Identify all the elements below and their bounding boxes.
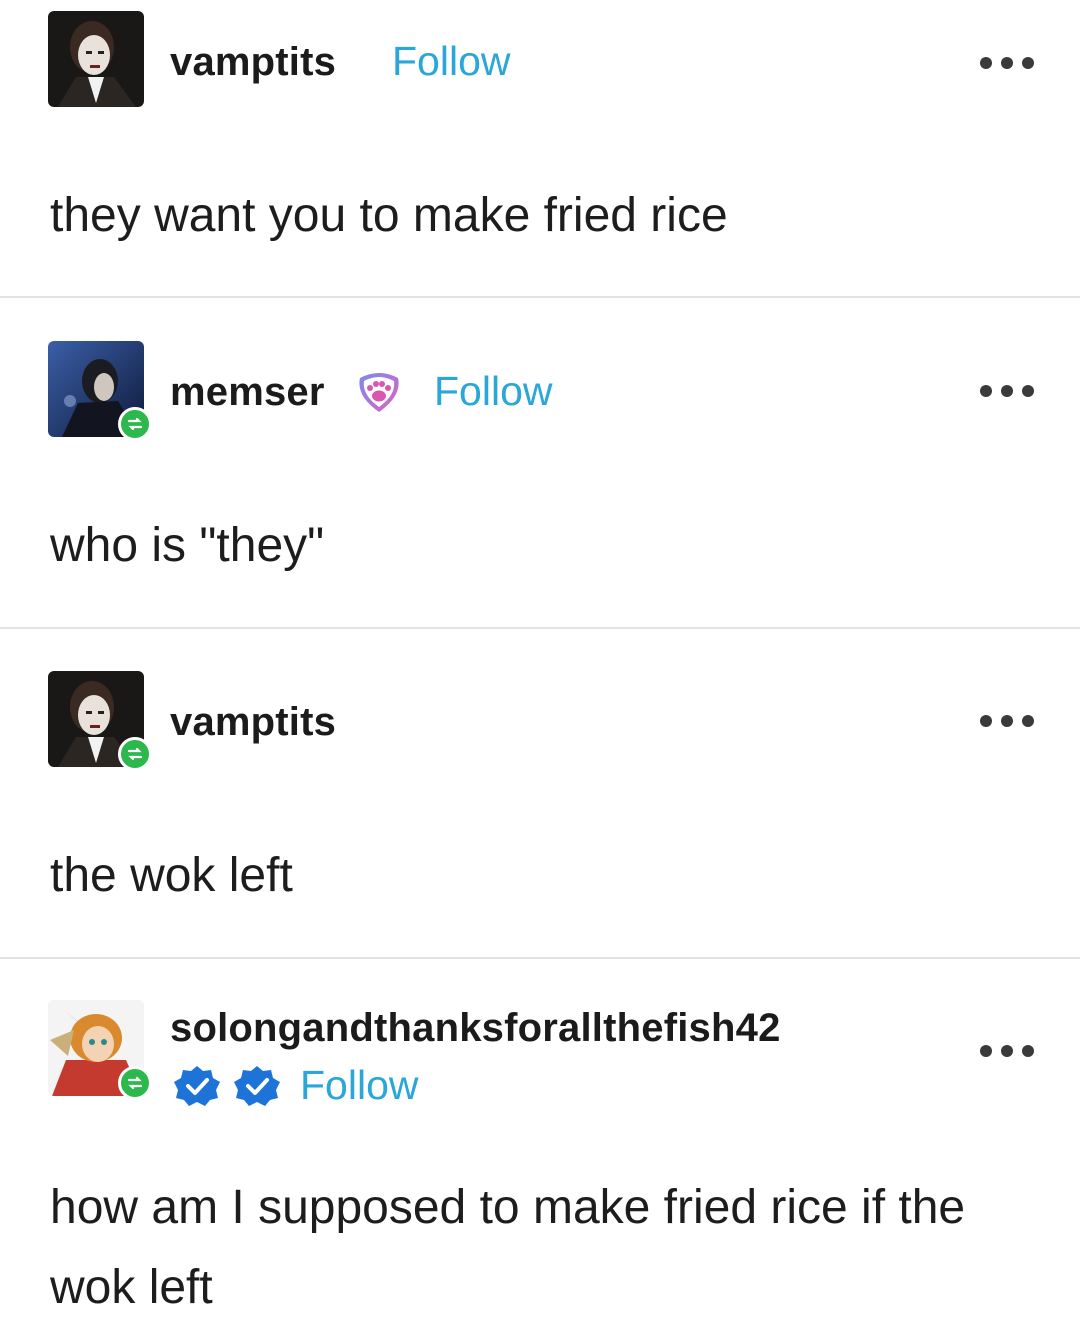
divider bbox=[0, 296, 1080, 298]
post-text: how am I supposed to make fried rice if … bbox=[50, 1181, 966, 1314]
more-options-button[interactable] bbox=[980, 384, 1034, 398]
dot-icon bbox=[980, 715, 992, 727]
username[interactable]: solongandthanksforallthefish42 bbox=[170, 1006, 781, 1051]
dot-icon bbox=[1001, 1045, 1013, 1057]
username[interactable]: vamptits bbox=[170, 700, 336, 745]
dot-icon bbox=[1022, 715, 1034, 727]
avatar[interactable] bbox=[48, 11, 144, 107]
more-options-button[interactable] bbox=[980, 56, 1034, 70]
follow-button[interactable]: Follow bbox=[434, 368, 552, 415]
dot-icon bbox=[1022, 1045, 1034, 1057]
post-text: who is "they" bbox=[50, 519, 325, 572]
dot-icon bbox=[1022, 385, 1034, 397]
username[interactable]: vamptits bbox=[170, 40, 336, 85]
reblog-badge-icon bbox=[118, 737, 152, 771]
post-text: the wok left bbox=[50, 849, 293, 902]
dot-icon bbox=[980, 1045, 992, 1057]
follow-button[interactable]: Follow bbox=[300, 1062, 418, 1109]
dot-icon bbox=[1001, 715, 1013, 727]
reblog-badge-icon bbox=[118, 1066, 152, 1100]
username[interactable]: memser bbox=[170, 370, 325, 415]
dot-icon bbox=[980, 57, 992, 69]
follow-button[interactable]: Follow bbox=[392, 38, 510, 85]
divider bbox=[0, 627, 1080, 629]
more-options-button[interactable] bbox=[980, 714, 1034, 728]
verified-badge-icon bbox=[232, 1064, 282, 1113]
dot-icon bbox=[980, 385, 992, 397]
dot-icon bbox=[1001, 57, 1013, 69]
divider bbox=[0, 957, 1080, 959]
reblog-badge-icon bbox=[118, 407, 152, 441]
verified-badge-icon bbox=[172, 1064, 222, 1113]
more-options-button[interactable] bbox=[980, 1044, 1034, 1058]
dot-icon bbox=[1001, 385, 1013, 397]
dot-icon bbox=[1022, 57, 1034, 69]
post-text: they want you to make fried rice bbox=[50, 189, 728, 242]
paw-badge-icon bbox=[354, 370, 404, 419]
